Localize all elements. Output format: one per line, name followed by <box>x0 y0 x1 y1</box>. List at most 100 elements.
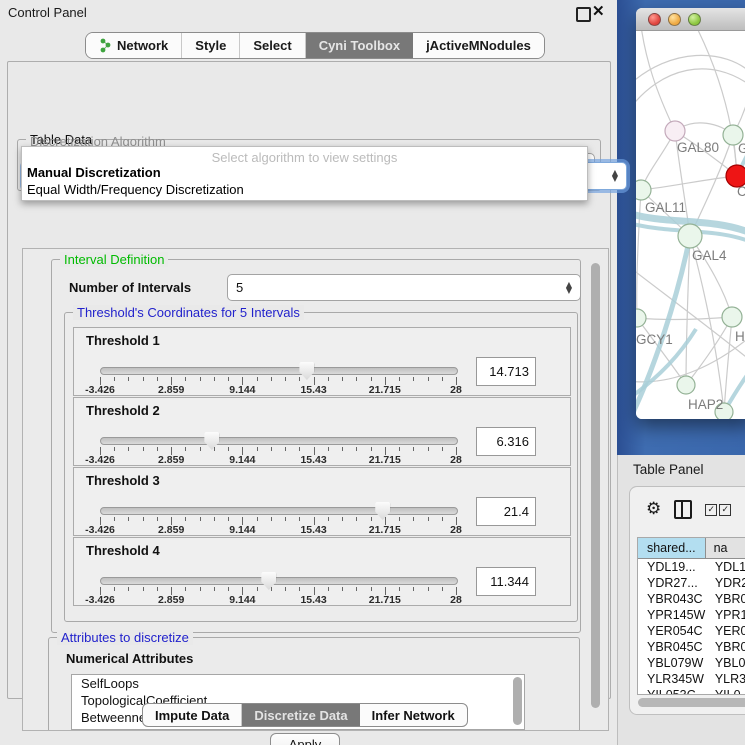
table-row[interactable]: YBR045CYBR0 <box>638 639 745 655</box>
number-of-intervals-combobox[interactable]: 5 ▲▼ <box>227 274 581 301</box>
table-cell[interactable]: YER054C <box>638 623 706 639</box>
slider-tick <box>299 587 300 591</box>
table-cell[interactable]: YBR0 <box>706 591 745 607</box>
column-checkboxes-icon[interactable]: ✓ ✓ <box>705 504 731 516</box>
attribute-item-selfloops[interactable]: SelfLoops <box>72 675 524 692</box>
slider-tick <box>399 447 400 451</box>
table-row[interactable]: YBR043CYBR0 <box>638 591 745 607</box>
split-columns-icon[interactable] <box>674 500 692 519</box>
settings-gear-icon[interactable]: ⚙ <box>646 501 661 518</box>
network-node-hap2[interactable] <box>677 376 695 394</box>
settings-scroll-pane: Interval Definition Number of Intervals … <box>22 248 609 731</box>
network-window-titlebar[interactable] <box>636 8 745 31</box>
slider-tick-labels: -3.4262.8599.14415.4321.71528 <box>100 524 456 536</box>
slider-tick <box>257 447 258 451</box>
threshold-slider[interactable] <box>100 437 458 445</box>
algorithm-dropdown-popup: Select algorithm to view settings Manual… <box>21 146 588 201</box>
attributes-group-label: Attributes to discretize <box>57 630 193 645</box>
table-cell[interactable]: YDL1 <box>706 559 745 575</box>
popup-item-manual-discretization[interactable]: Manual Discretization <box>27 165 161 180</box>
slider-tick <box>399 517 400 521</box>
table-row[interactable]: YER054CYER0 <box>638 623 745 639</box>
popup-item-equal-width-frequency[interactable]: Equal Width/Frequency Discretization <box>27 182 244 197</box>
table-row[interactable]: YDR27...YDR2 <box>638 575 745 591</box>
tab-style[interactable]: Style <box>182 33 240 58</box>
slider-tick <box>143 587 144 591</box>
slider-tick <box>157 447 158 451</box>
table-cell[interactable]: YLR345W <box>638 671 706 687</box>
table-row[interactable]: YBL079WYBL0 <box>638 655 745 671</box>
node-table: shared...na YDL19...YDL1YDR27...YDR2YBR0… <box>637 537 745 695</box>
column-header-shared-[interactable]: shared... <box>638 538 706 558</box>
network-edge <box>641 176 737 190</box>
network-node-gcy1[interactable] <box>636 309 646 327</box>
network-node-gal80[interactable] <box>665 121 685 141</box>
tab-network[interactable]: Network <box>86 33 182 58</box>
tab-jactivemnodules[interactable]: jActiveMNodules <box>413 33 544 58</box>
table-cell[interactable]: YBR043C <box>638 591 706 607</box>
zoom-traffic-light-icon[interactable] <box>688 13 701 26</box>
slider-tick <box>157 587 158 591</box>
table-row[interactable]: YLR345WYLR3 <box>638 671 745 687</box>
table-cell[interactable]: YDL19... <box>638 559 706 575</box>
tick-label: 21.715 <box>369 454 401 466</box>
table-cell[interactable]: YIL053C <box>638 687 706 695</box>
list-scrollbar[interactable] <box>513 677 522 725</box>
slider-tick <box>428 447 429 451</box>
close-icon[interactable]: ✕ <box>592 2 605 20</box>
table-cell[interactable]: YBR0 <box>706 639 745 655</box>
tab-label: Select <box>253 38 291 53</box>
network-canvas[interactable]: GAL80GACGAL11GAL4GCY1HHAP2 <box>636 31 745 419</box>
table-cell[interactable]: YBL079W <box>638 655 706 671</box>
threshold-value-field[interactable]: 21.4 <box>476 497 536 526</box>
slider-tick <box>356 587 357 591</box>
tab-infer-network[interactable]: Infer Network <box>360 704 467 726</box>
tick-label: 28 <box>450 524 462 536</box>
threshold-value-field[interactable]: 14.713 <box>476 357 536 386</box>
threshold-slider[interactable] <box>100 367 458 375</box>
float-window-icon[interactable] <box>576 7 591 22</box>
table-cell[interactable]: YDR2 <box>706 575 745 591</box>
network-node-h[interactable] <box>722 307 742 327</box>
table-cell[interactable]: YIL0 <box>706 687 745 695</box>
table-cell[interactable]: YDR27... <box>638 575 706 591</box>
apply-button[interactable]: Apply <box>270 733 340 745</box>
slider-tick <box>200 447 201 451</box>
pane-scrollbar[interactable] <box>591 263 600 708</box>
column-header-na[interactable]: na <box>706 538 745 558</box>
slider-tick <box>356 377 357 381</box>
combo-stepper-icon[interactable]: ▲▼ <box>566 282 572 294</box>
threshold-value-field[interactable]: 11.344 <box>476 567 536 596</box>
table-row[interactable]: YPR145WYPR1 <box>638 607 745 623</box>
table-row[interactable]: YIL053CYIL0 <box>638 687 745 695</box>
slider-tick <box>185 447 186 451</box>
table-cell[interactable]: YBL0 <box>706 655 745 671</box>
threshold-slider[interactable] <box>100 507 458 515</box>
tab-cyni-toolbox[interactable]: Cyni Toolbox <box>306 33 413 58</box>
tick-label: 28 <box>450 454 462 466</box>
table-cell[interactable]: YBR045C <box>638 639 706 655</box>
table-horizontal-scrollbar[interactable] <box>638 698 745 707</box>
tab-impute-data[interactable]: Impute Data <box>143 704 242 726</box>
table-cell[interactable]: YPR1 <box>706 607 745 623</box>
control-panel: Control Panel ✕ NetworkStyleSelectCyni T… <box>0 0 618 745</box>
table-cell[interactable]: YER0 <box>706 623 745 639</box>
network-node-gal11[interactable] <box>636 180 651 200</box>
close-traffic-light-icon[interactable] <box>648 13 661 26</box>
tab-select[interactable]: Select <box>240 33 305 58</box>
table-cell[interactable]: YLR3 <box>706 671 745 687</box>
minimize-traffic-light-icon[interactable] <box>668 13 681 26</box>
slider-tick <box>128 447 129 451</box>
network-node-gal4[interactable] <box>678 224 702 248</box>
tick-label: 2.859 <box>158 384 184 396</box>
table-row[interactable]: YDL19...YDL1 <box>638 559 745 575</box>
slider-tick <box>271 447 272 451</box>
table-cell[interactable]: YPR145W <box>638 607 706 623</box>
threshold-value-field[interactable]: 6.316 <box>476 427 536 456</box>
tick-label: 28 <box>450 384 462 396</box>
threshold-slider[interactable] <box>100 577 458 585</box>
tab-discretize-data[interactable]: Discretize Data <box>242 704 359 726</box>
slider-tick <box>285 587 286 591</box>
threshold-label: Threshold 3 <box>86 473 160 488</box>
combo-stepper-icon[interactable]: ▲▼ <box>612 170 618 182</box>
